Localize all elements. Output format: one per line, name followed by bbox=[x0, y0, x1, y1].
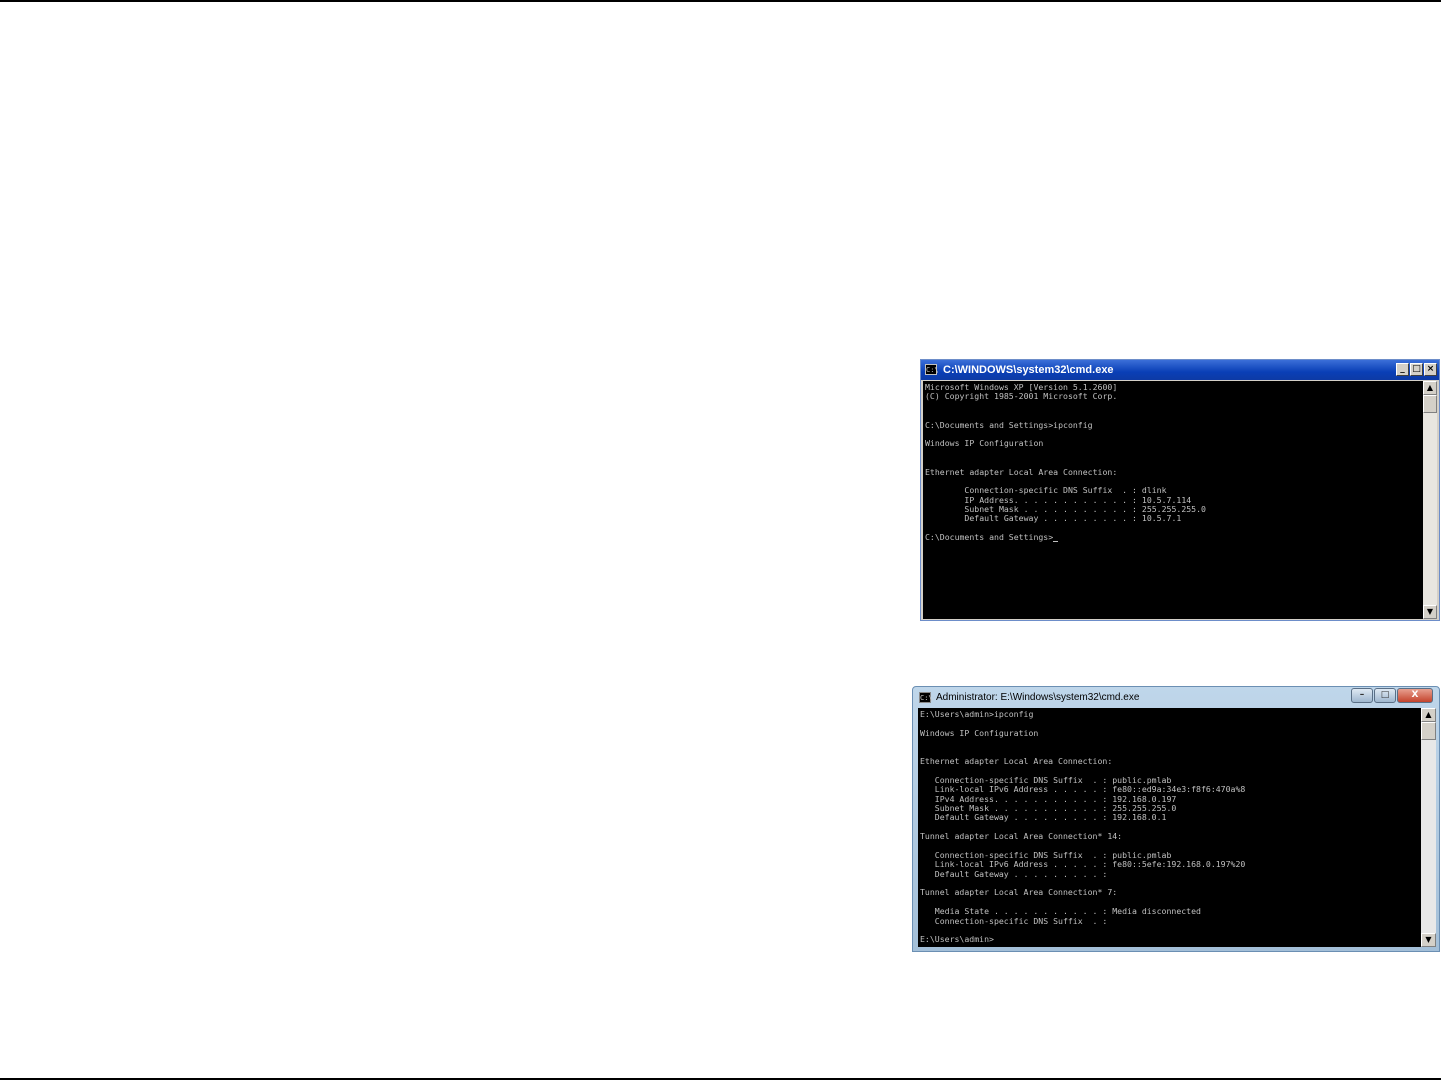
console-line: C:\Documents and Settings>ipconfig bbox=[925, 419, 1093, 430]
scroll-down-icon[interactable]: ▼ bbox=[1423, 605, 1437, 619]
xp-vertical-scrollbar[interactable]: ▲ ▼ bbox=[1423, 381, 1437, 619]
vista-title-bar[interactable]: C:\ Administrator: E:\Windows\system32\c… bbox=[913, 687, 1439, 708]
close-button[interactable]: × bbox=[1424, 363, 1437, 376]
vista-cmd-window: C:\ Administrator: E:\Windows\system32\c… bbox=[912, 686, 1440, 952]
xp-console-lines: Microsoft Windows XP [Version 5.1.2600](… bbox=[925, 382, 1206, 543]
console-line: Windows IP Configuration bbox=[920, 727, 1039, 738]
scroll-up-icon[interactable]: ▲ bbox=[1423, 381, 1437, 395]
console-line: Connection-specific DNS Suffix . : bbox=[920, 915, 1108, 926]
console-line: Default Gateway . . . . . . . . . : 192.… bbox=[920, 812, 1167, 823]
console-line: C:\Documents and Settings> bbox=[925, 532, 1206, 542]
console-line: Ethernet adapter Local Area Connection: bbox=[925, 466, 1118, 477]
console-line: Tunnel adapter Local Area Connection* 14… bbox=[920, 831, 1123, 842]
console-line: (C) Copyright 1985-2001 Microsoft Corp. bbox=[925, 391, 1118, 402]
minimize-button[interactable]: – bbox=[1351, 688, 1373, 703]
scroll-up-icon[interactable]: ▲ bbox=[1421, 708, 1436, 722]
cmd-icon: C:\ bbox=[919, 692, 933, 703]
vista-console-output[interactable]: E:\Users\admin>ipconfig Windows IP Config… bbox=[918, 708, 1421, 947]
vista-vertical-scrollbar[interactable]: ▲ ▼ bbox=[1421, 708, 1436, 947]
console-line: E:\Users\admin> bbox=[920, 934, 994, 945]
xp-window-title: C:\WINDOWS\system32\cmd.exe bbox=[943, 364, 1114, 376]
scroll-thumb[interactable] bbox=[1421, 722, 1436, 740]
minimize-button[interactable]: _ bbox=[1396, 363, 1409, 376]
xp-cmd-window: C:\ C:\WINDOWS\system32\cmd.exe _ □ × Mi… bbox=[920, 359, 1440, 621]
xp-console-output[interactable]: Microsoft Windows XP [Version 5.1.2600](… bbox=[923, 381, 1423, 619]
console-line: Ethernet adapter Local Area Connection: bbox=[920, 755, 1113, 766]
close-button[interactable]: X bbox=[1397, 688, 1433, 703]
maximize-button[interactable]: □ bbox=[1374, 688, 1396, 703]
vista-window-title: Administrator: E:\Windows\system32\cmd.e… bbox=[936, 692, 1140, 703]
vista-console-lines: E:\Users\admin>ipconfig Windows IP Config… bbox=[920, 709, 1245, 945]
console-line: E:\Users\admin>ipconfig bbox=[920, 709, 1034, 719]
text-cursor bbox=[1053, 540, 1059, 542]
console-line: Tunnel adapter Local Area Connection* 7: bbox=[920, 887, 1118, 898]
scroll-thumb[interactable] bbox=[1423, 395, 1437, 413]
console-line: Default Gateway . . . . . . . . . : 10.5… bbox=[925, 513, 1182, 524]
bottom-rule bbox=[0, 1078, 1441, 1080]
top-rule bbox=[0, 0, 1441, 2]
xp-title-bar[interactable]: C:\ C:\WINDOWS\system32\cmd.exe _ □ × bbox=[921, 360, 1439, 380]
console-line: Default Gateway . . . . . . . . . : bbox=[920, 868, 1108, 879]
scroll-down-icon[interactable]: ▼ bbox=[1421, 933, 1436, 947]
cmd-icon: C:\ bbox=[925, 364, 939, 375]
maximize-button[interactable]: □ bbox=[1410, 363, 1423, 376]
console-line: Windows IP Configuration bbox=[925, 438, 1044, 449]
